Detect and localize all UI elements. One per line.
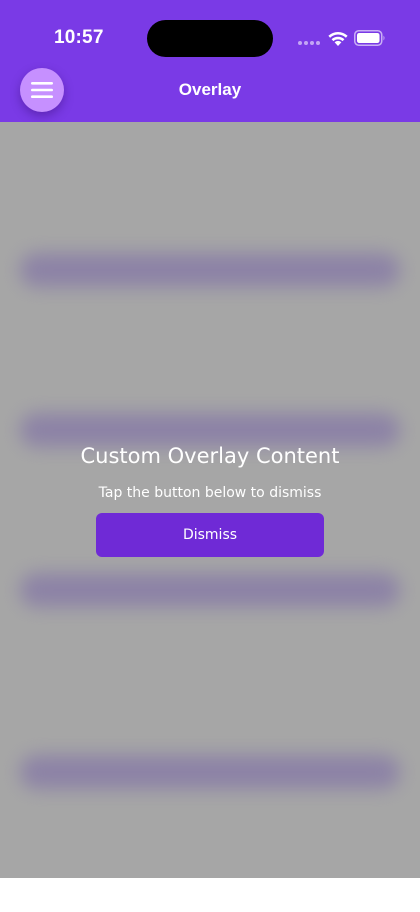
custom-overlay: Custom Overlay Content Tap the button be… [0, 122, 420, 878]
dismiss-button[interactable]: Dismiss [96, 513, 324, 557]
dynamic-island [147, 20, 273, 57]
status-time: 10:57 [54, 27, 104, 48]
app-header: 10:57 Overlay [0, 0, 420, 122]
page-title: Overlay [178, 80, 242, 99]
overlay-title: Custom Overlay Content [80, 444, 340, 468]
bottom-safe-area [0, 878, 420, 912]
cellular-signal-icon [298, 39, 322, 45]
app-screen: 10:57 Overlay Custom Overlay Content Tap… [0, 0, 420, 912]
wifi-icon [328, 31, 348, 46]
battery-icon [354, 30, 385, 46]
overlay-subtitle: Tap the button below to dismiss [98, 485, 322, 501]
